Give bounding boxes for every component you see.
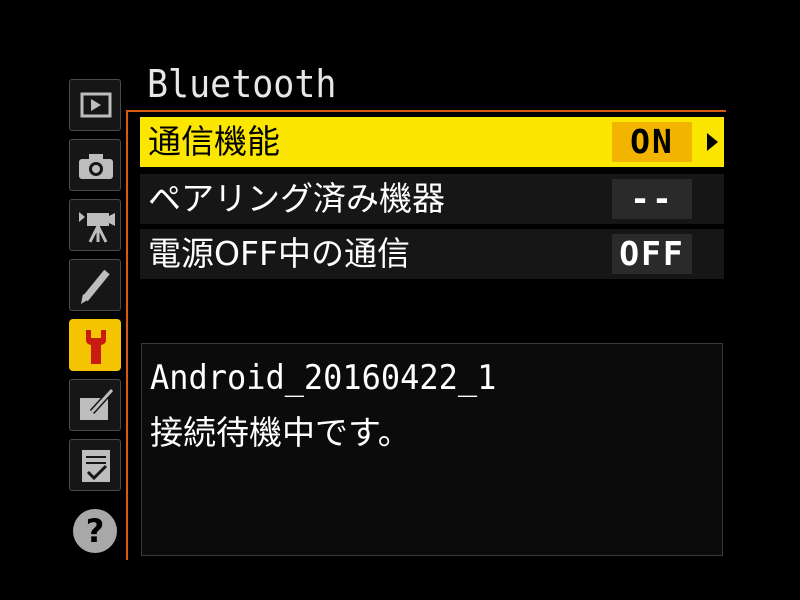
- help-icon[interactable]: ?: [73, 509, 117, 553]
- tab-my-menu[interactable]: [69, 439, 121, 491]
- menu-row-paired-devices[interactable]: ペアリング済み機器 --: [140, 174, 724, 224]
- submenu-arrow-icon: [707, 133, 718, 151]
- connection-status: 接続待機中です。: [150, 413, 411, 452]
- connection-info-panel: Android_20160422_1 接続待機中です。: [141, 343, 723, 556]
- row-label: 電源OFF中の通信: [148, 234, 410, 273]
- movie-camera-icon: [79, 212, 115, 243]
- tab-custom-settings[interactable]: [69, 259, 121, 311]
- row-value: --: [612, 179, 692, 219]
- retouch-icon: [80, 387, 115, 420]
- tab-movie-shooting[interactable]: [69, 199, 121, 251]
- menu-row-power-off-communication[interactable]: 電源OFF中の通信 OFF: [140, 229, 724, 279]
- tab-playback[interactable]: [69, 79, 121, 131]
- row-value: ON: [612, 122, 692, 162]
- my-menu-icon: [82, 450, 110, 482]
- pencil-icon: [81, 269, 110, 304]
- tab-retouch[interactable]: [69, 379, 121, 431]
- menu-row-communication[interactable]: 通信機能 ON: [140, 117, 724, 167]
- playback-icon: [80, 92, 112, 118]
- help-label: ?: [85, 512, 105, 550]
- page-title: Bluetooth: [147, 62, 337, 106]
- tab-setup[interactable]: [69, 319, 121, 371]
- row-label: 通信機能: [148, 122, 280, 161]
- menu-frame-left: [126, 110, 128, 560]
- wrench-icon: [86, 330, 106, 364]
- camera-icon: [79, 154, 113, 179]
- device-name: Android_20160422_1: [150, 358, 497, 398]
- menu-frame-top: [126, 110, 726, 112]
- row-value: OFF: [612, 234, 692, 274]
- tab-photo-shooting[interactable]: [69, 139, 121, 191]
- row-label: ペアリング済み機器: [148, 179, 445, 218]
